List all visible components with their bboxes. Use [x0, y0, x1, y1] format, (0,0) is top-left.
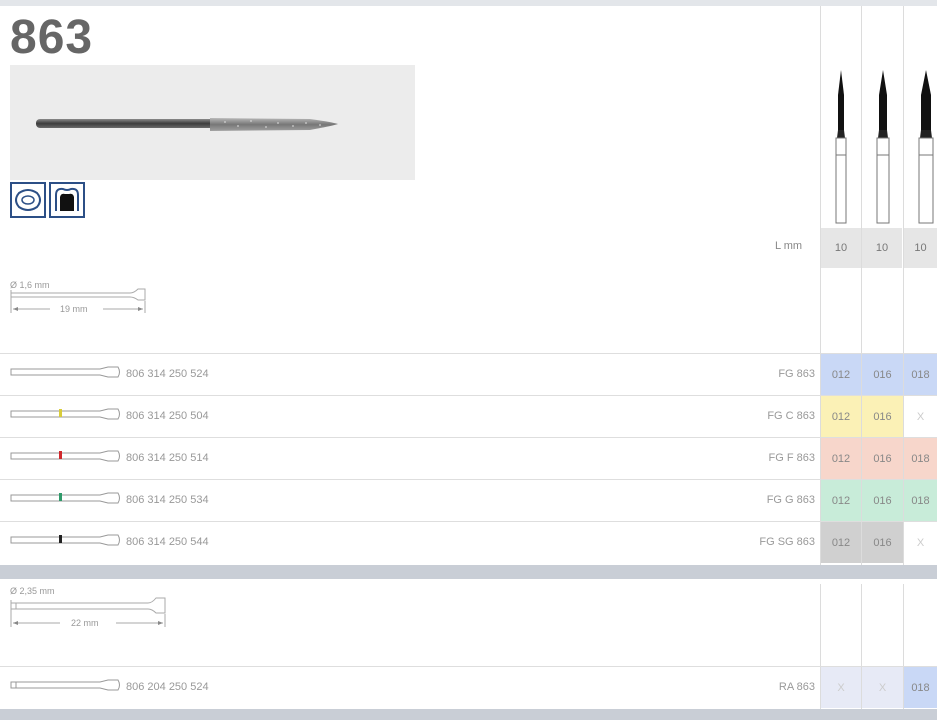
indication-icons [10, 182, 85, 218]
size-cell: 016 [862, 522, 903, 563]
size-cell: 012 [821, 522, 861, 563]
order-code: 806 314 250 524 [126, 368, 209, 380]
bur-schematic [10, 679, 120, 691]
product-ref: FG 863 [778, 368, 815, 380]
product-ref: RA 863 [778, 681, 815, 693]
table-row: 806 314 250 524 FG 863 012 016 018 [0, 353, 937, 395]
product-ref: FG G 863 [766, 494, 815, 506]
table-row: 806 314 250 534 FG G 863 012 016 018 [0, 479, 937, 521]
size-cell: 012 [821, 438, 861, 479]
section-separator [0, 565, 937, 579]
product-number: 863 [10, 11, 94, 64]
size-cell: 018 [904, 667, 937, 708]
order-code: 806 314 250 514 [126, 452, 209, 464]
size-cell: 016 [862, 396, 903, 437]
size-cell: 018 [904, 354, 937, 395]
shank-diameter-label: Ø 2,35 mm [10, 586, 55, 596]
shank-length-label: 22 mm [71, 618, 99, 628]
product-ref: FG C 863 [767, 410, 815, 422]
bur-schematic [10, 366, 120, 378]
length-value: 10 [904, 228, 937, 268]
size-cell: 018 [904, 438, 937, 479]
table-row: 806 204 250 524 RA 863 X X 018 [0, 666, 937, 708]
bur-drawing [876, 70, 890, 224]
shank-length-label: 19 mm [60, 304, 88, 314]
bur-schematic [10, 492, 120, 504]
size-cell: 016 [862, 354, 903, 395]
table-row: 806 314 250 514 FG F 863 012 016 018 [0, 437, 937, 479]
order-code: 806 314 250 504 [126, 410, 209, 422]
table-row: 806 314 250 504 FG C 863 012 016 X [0, 395, 937, 437]
bur-drawing [835, 70, 847, 224]
size-cell: 012 [821, 354, 861, 395]
table-row: 806 314 250 544 FG SG 863 012 016 X [0, 521, 937, 563]
length-value: 10 [821, 228, 861, 268]
size-cell: X [821, 667, 861, 708]
order-code: 806 204 250 524 [126, 681, 209, 693]
size-cell: 016 [862, 480, 903, 521]
size-cell: X [904, 396, 937, 437]
size-cell: X [862, 667, 903, 708]
size-cell: X [904, 522, 937, 563]
length-value: 10 [862, 228, 902, 268]
section-separator [0, 709, 937, 720]
cavity-prep-icon [10, 182, 46, 218]
bur-drawings [835, 70, 934, 224]
size-cell: 012 [821, 480, 861, 521]
size-cell: 018 [904, 480, 937, 521]
length-label: L mm [775, 240, 803, 252]
order-code: 806 314 250 544 [126, 536, 209, 548]
tooth-icon [49, 182, 85, 218]
top-strip [0, 0, 937, 6]
bur-photo [10, 65, 415, 180]
order-code: 806 314 250 534 [126, 494, 209, 506]
size-cell: 012 [821, 396, 861, 437]
size-cell: 016 [862, 438, 903, 479]
bur-drawing [918, 70, 934, 224]
bur-schematic [10, 450, 120, 462]
bur-schematic [10, 534, 120, 546]
product-ref: FG SG 863 [759, 536, 815, 548]
product-ref: FG F 863 [768, 452, 815, 464]
bur-schematic [10, 408, 120, 420]
bur-image [36, 118, 338, 131]
product-sheet: 863 L mm 10 10 10 Ø 1,6 mm 19 mm 806 314… [0, 0, 937, 720]
